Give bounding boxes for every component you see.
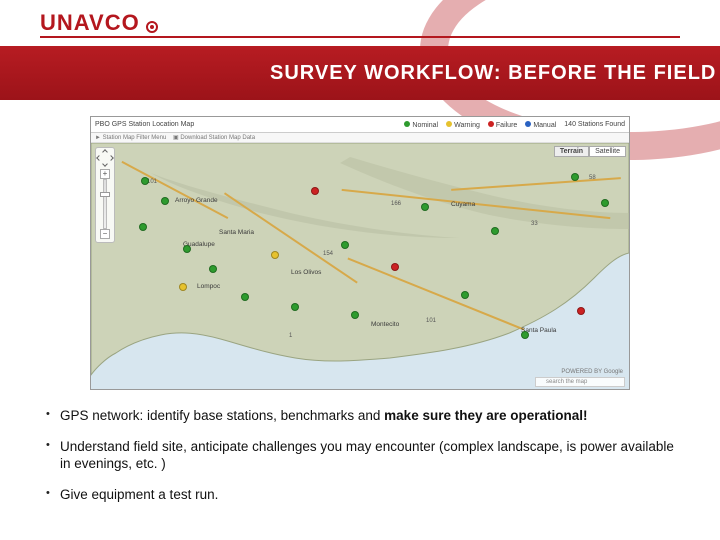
place-label: Lompoc [197, 283, 220, 290]
station-marker[interactable] [571, 173, 579, 181]
station-marker[interactable] [461, 291, 469, 299]
station-marker[interactable] [311, 187, 319, 195]
dot-green-icon [404, 121, 410, 127]
station-marker[interactable] [577, 307, 585, 315]
title-band: SURVEY WORKFLOW: BEFORE THE FIELD [0, 46, 720, 100]
pan-north-icon[interactable] [102, 149, 108, 155]
route-label: 166 [391, 201, 401, 207]
map-search-input[interactable]: search the map [535, 377, 625, 387]
legend-warning: Warning [446, 121, 480, 129]
legend-count: 140 Stations Found [564, 121, 625, 128]
station-marker[interactable] [141, 177, 149, 185]
bullet-text: GPS network: identify base stations, ben… [60, 408, 384, 423]
pan-east-icon[interactable] [108, 155, 114, 161]
route-label: 101 [426, 318, 436, 324]
station-marker[interactable] [209, 265, 217, 273]
coastline-layer [91, 143, 629, 389]
zoom-slider[interactable] [103, 179, 107, 229]
bullet-text: Understand field site, anticipate challe… [60, 439, 674, 471]
zoom-out-button[interactable]: − [100, 229, 110, 239]
dot-red-icon [488, 121, 494, 127]
bullet-text: Give equipment a test run. [60, 487, 218, 502]
station-marker[interactable] [139, 223, 147, 231]
place-label: Cuyama [451, 201, 475, 208]
map-attribution: POWERED BY Google [561, 369, 623, 375]
station-marker[interactable] [421, 203, 429, 211]
map-type-terrain[interactable]: Terrain [554, 146, 589, 157]
route-label: 33 [531, 221, 538, 227]
place-label: Arroyo Grande [175, 197, 218, 204]
legend-nominal: Nominal [404, 121, 438, 129]
brand-name: UNAVCO [40, 10, 140, 36]
station-marker[interactable] [241, 293, 249, 301]
map-title: PBO GPS Station Location Map [95, 121, 194, 128]
map-filter-toggle[interactable]: ► Station Map Filter Menu [95, 135, 166, 141]
map-controls: + − [95, 147, 115, 243]
station-marker[interactable] [351, 311, 359, 319]
map-figure: PBO GPS Station Location Map Nominal War… [90, 116, 630, 390]
pan-west-icon[interactable] [96, 155, 102, 161]
bullet-list: GPS network: identify base stations, ben… [40, 408, 680, 504]
map-subheader: ► Station Map Filter Menu ▣ Download Sta… [91, 133, 629, 143]
dot-blue-icon [525, 121, 531, 127]
brand-underline [40, 36, 680, 38]
station-marker[interactable] [601, 199, 609, 207]
place-label: Montecito [371, 321, 399, 328]
pan-south-icon[interactable] [102, 161, 108, 167]
slide-header: UNAVCO SURVEY WORKFLOW: BEFORE THE FIELD [0, 0, 720, 100]
station-marker[interactable] [491, 227, 499, 235]
bullet-item: GPS network: identify base stations, ben… [46, 408, 680, 425]
legend-failure: Failure [488, 121, 517, 129]
station-marker[interactable] [183, 245, 191, 253]
station-marker[interactable] [161, 197, 169, 205]
route-label: 154 [323, 251, 333, 257]
station-marker[interactable] [521, 331, 529, 339]
slide-title: SURVEY WORKFLOW: BEFORE THE FIELD [270, 62, 716, 85]
station-marker[interactable] [179, 283, 187, 291]
map-canvas[interactable]: 101 101 1 154 166 33 58 Santa Maria Lomp… [91, 143, 629, 389]
place-label: Santa Maria [219, 229, 254, 236]
legend-manual: Manual [525, 121, 556, 129]
brand-logo: UNAVCO [40, 10, 158, 36]
zoom-handle[interactable] [100, 192, 110, 197]
station-marker[interactable] [271, 251, 279, 259]
station-marker[interactable] [291, 303, 299, 311]
map-type-switch: Terrain Satellite [554, 146, 626, 157]
map-type-satellite[interactable]: Satellite [589, 146, 626, 157]
bullet-text-bold: make sure they are operational! [384, 408, 587, 423]
zoom-in-button[interactable]: + [100, 169, 110, 179]
map-legend: Nominal Warning Failure Manual 140 Stati… [404, 121, 625, 129]
slide-content: PBO GPS Station Location Map Nominal War… [0, 100, 720, 518]
dot-yellow-icon [446, 121, 452, 127]
station-marker[interactable] [341, 241, 349, 249]
zoom-control: + − [100, 169, 110, 239]
bullet-item: Understand field site, anticipate challe… [46, 439, 680, 473]
station-marker[interactable] [391, 263, 399, 271]
bullet-item: Give equipment a test run. [46, 487, 680, 504]
pan-control[interactable] [96, 149, 114, 167]
route-label: 58 [589, 175, 596, 181]
place-label: Los Olivos [291, 269, 321, 276]
map-download-link[interactable]: ▣ Download Station Map Data [173, 135, 255, 141]
map-header-bar: PBO GPS Station Location Map Nominal War… [91, 117, 629, 133]
route-label: 1 [289, 333, 292, 339]
brand-mark-icon [146, 21, 158, 33]
